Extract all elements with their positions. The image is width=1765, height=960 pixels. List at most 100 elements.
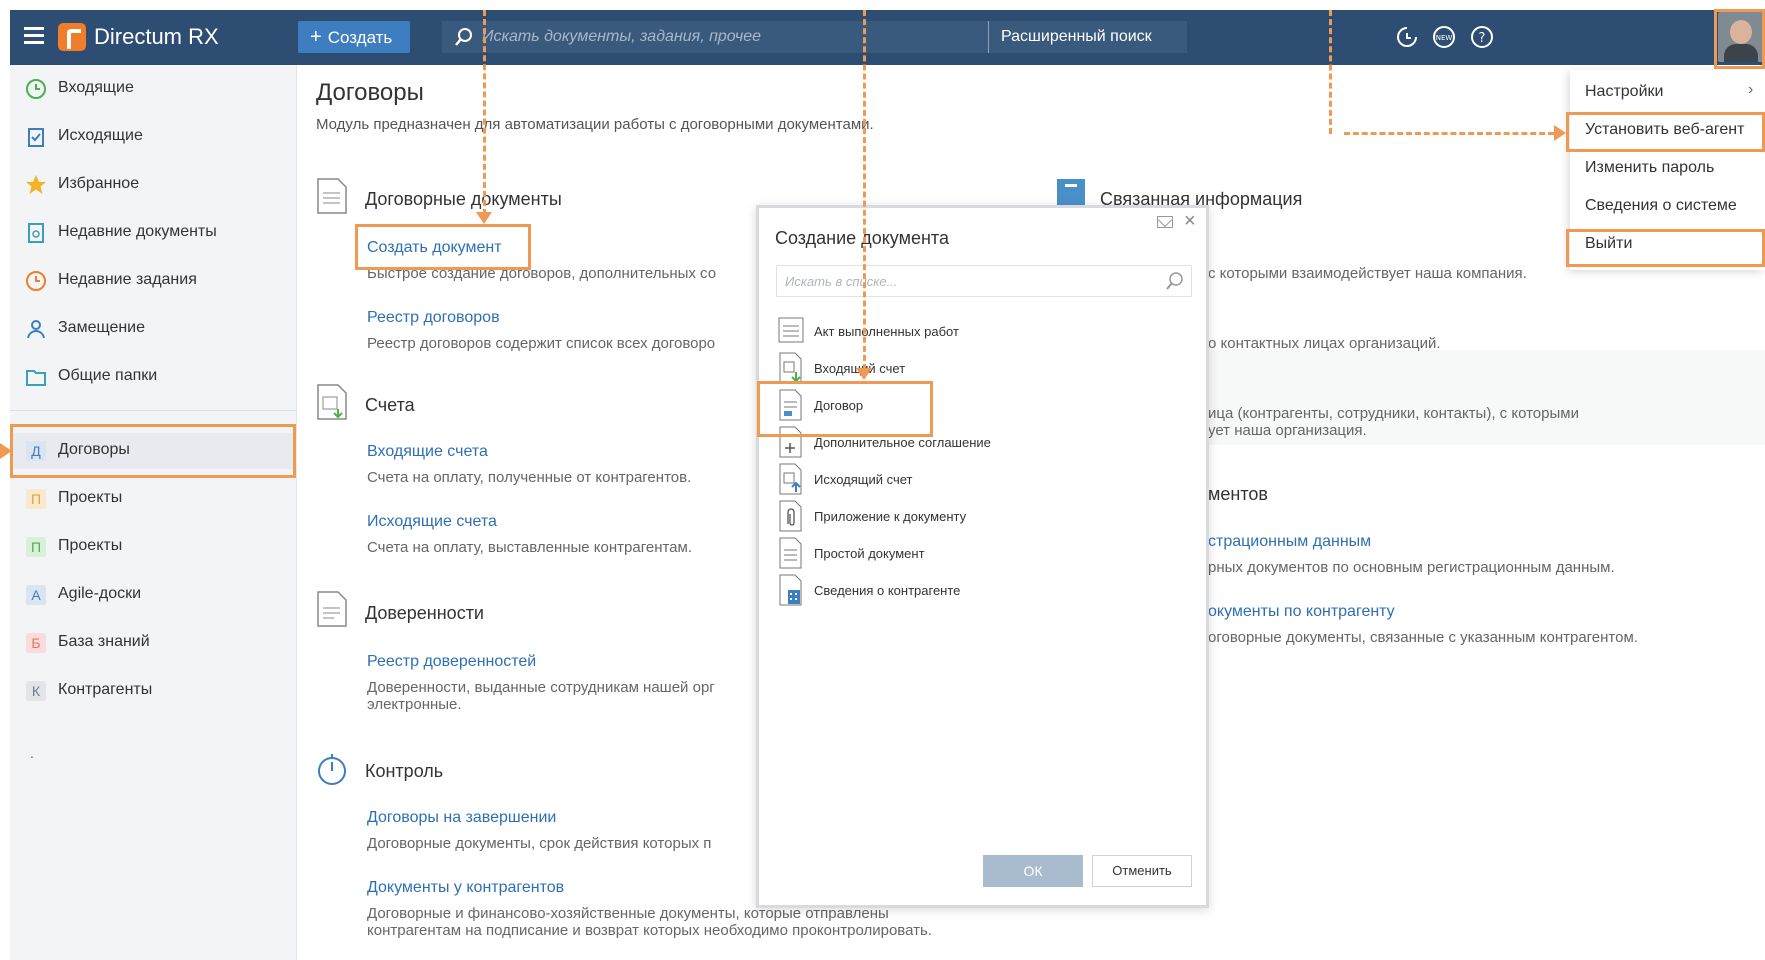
poa-registry-link[interactable]: Реестр доверенностей	[367, 653, 536, 671]
section-title-contracts: Договорные документы	[365, 189, 562, 209]
close-icon[interactable]: ×	[1184, 210, 1196, 233]
arrow-head-create	[476, 212, 492, 224]
incoming-invoices-link[interactable]: Входящие счета	[367, 443, 488, 461]
mail-icon[interactable]	[1157, 216, 1173, 228]
chevron-right-icon: ›	[1748, 81, 1754, 98]
create-document-desc: Быстрое создание договоров, дополнительн…	[367, 265, 717, 282]
doc-type-item[interactable]: Простой документ	[776, 535, 1186, 571]
sidebar-item-recent-documents[interactable]: Недавние документы	[10, 215, 297, 251]
doc-type-item[interactable]: Акт выполненных работ	[776, 313, 1186, 349]
help-icon[interactable]: ?	[1470, 25, 1494, 49]
folder-icon	[26, 370, 46, 386]
incoming-invoices-desc: Счета на оплату, полученные от контраген…	[367, 469, 692, 486]
sidebar-item-favorites[interactable]: Избранное	[10, 167, 297, 203]
sidebar-item-substitution[interactable]: Замещение	[10, 311, 297, 347]
power-of-attorney-icon	[317, 591, 347, 627]
search-by-registration-desc: рных документов по основным регистрацион…	[1208, 559, 1615, 576]
svg-text:NEW: NEW	[1436, 34, 1453, 42]
menu-item-settings[interactable]: Настройки ›	[1570, 74, 1765, 110]
doc-type-item[interactable]: Дополнительное соглашение	[776, 424, 1186, 460]
advanced-search-button[interactable]: Расширенный поиск	[988, 21, 1164, 53]
outgoing-invoices-desc: Счета на оплату, выставленные контрагент…	[367, 539, 693, 556]
contract-documents-icon	[317, 178, 347, 214]
recent-document-icon	[28, 223, 44, 243]
sidebar-item-knowledge-base[interactable]: Б База знаний	[10, 625, 297, 661]
contracts-registry-link[interactable]: Реестр договоров	[367, 309, 500, 327]
contracts-expiring-link[interactable]: Договоры на завершении	[367, 809, 556, 827]
sidebar-item-projects-2[interactable]: П Проекты	[10, 529, 297, 565]
sidebar-item-label: Замещение	[58, 319, 146, 336]
sidebar-item-agile-boards[interactable]: A Agile-доски	[10, 577, 297, 613]
documents-by-counterparty-link[interactable]: окументы по контрагенту	[1208, 603, 1395, 621]
menu-item-system-info[interactable]: Сведения о системе	[1570, 188, 1765, 224]
poa-registry-desc: Доверенности, выданные сотрудникам нашей…	[367, 679, 715, 696]
invoices-icon	[317, 384, 347, 420]
plus-icon: +	[310, 26, 322, 48]
doc-type-item[interactable]: Договор	[776, 387, 1186, 423]
sidebar-item-projects[interactable]: П Проекты	[10, 481, 297, 517]
page: Directum RX + Создать Расширенный поиск N…	[0, 0, 1765, 960]
documents-at-counterparties-link[interactable]: Документы у контрагентов	[367, 879, 564, 897]
create-document-dialog: Создание документа × Акт выполненных раб…	[756, 205, 1209, 908]
sidebar-item-counterparties[interactable]: К Контрагенты	[10, 673, 297, 709]
stopwatch-icon	[318, 754, 346, 785]
doc-type-item[interactable]: Сведения о контрагенте	[776, 572, 1186, 608]
page-subtitle: Модуль предназначен для автоматизации ра…	[316, 116, 874, 133]
new-badge-icon[interactable]: NEW	[1432, 25, 1456, 49]
create-button-label: Создать	[327, 28, 393, 47]
incoming-invoice-icon	[779, 352, 802, 384]
doc-type-item[interactable]: Исходящий счет	[776, 461, 1186, 497]
doc-type-item[interactable]: Приложение к документу	[776, 498, 1186, 534]
create-document-link[interactable]: Создать документ	[367, 239, 502, 257]
attachment-document-icon	[779, 500, 802, 532]
search-icon[interactable]	[1165, 271, 1185, 291]
page-title: Договоры	[316, 79, 424, 106]
sidebar-item-label: Контрагенты	[58, 681, 153, 698]
counterparty-info-icon	[779, 574, 802, 606]
avatar[interactable]	[1718, 12, 1764, 62]
related-info-line-1: с которыми взаимодействует наша компания…	[1208, 265, 1527, 282]
app-title[interactable]: Directum RX	[94, 24, 219, 50]
module-letter-icon: Д	[26, 441, 46, 461]
sidebar-item-outbox[interactable]: Исходящие	[10, 119, 297, 155]
menu-item-install-web-agent[interactable]: Установить веб-агент	[1570, 112, 1765, 148]
search-by-registration-link[interactable]: страционным данным	[1208, 533, 1371, 551]
cancel-button[interactable]: Отменить	[1092, 855, 1192, 887]
outgoing-invoices-link[interactable]: Исходящие счета	[367, 513, 497, 531]
doc-type-label: Простой документ	[814, 546, 925, 561]
sidebar-dot: .	[30, 745, 34, 761]
menu-item-change-password[interactable]: Изменить пароль	[1570, 150, 1765, 186]
section-title-invoices: Счета	[365, 395, 415, 415]
menu-item-label: Изменить пароль	[1585, 159, 1715, 176]
sidebar-item-inbox[interactable]: Входящие	[10, 71, 297, 107]
section-title-control: Контроль	[365, 761, 444, 781]
sidebar-item-contracts[interactable]: Д Договоры	[10, 433, 297, 469]
doc-type-item[interactable]: Входящий счет	[776, 350, 1186, 386]
app-logo-icon	[58, 23, 86, 51]
sidebar-item-label: Проекты	[58, 537, 123, 554]
module-letter-icon: П	[26, 537, 46, 557]
menu-icon[interactable]	[24, 27, 44, 45]
search-icon[interactable]	[454, 27, 474, 47]
arrow-line-webagent-v	[1329, 10, 1332, 134]
menu-item-label: Настройки	[1585, 83, 1664, 100]
refresh-help-icon[interactable]	[1395, 25, 1419, 49]
documents-at-counterparties-desc-2: контрагентам на подписание и возврат кот…	[367, 922, 932, 939]
user-icon	[27, 320, 45, 339]
menu-item-label: Установить веб-агент	[1585, 121, 1745, 138]
contract-document-icon	[779, 389, 802, 421]
ok-button[interactable]: ОК	[983, 855, 1083, 887]
doc-type-label: Дополнительное соглашение	[814, 435, 991, 450]
sidebar-item-recent-tasks[interactable]: Недавние задания	[10, 263, 297, 299]
sidebar-item-shared-folders[interactable]: Общие папки	[10, 359, 297, 395]
simple-document-icon	[779, 537, 802, 569]
dialog-search-input[interactable]	[785, 266, 1145, 296]
search-input[interactable]	[482, 21, 1012, 53]
create-button[interactable]: + Создать	[298, 21, 410, 53]
supplementary-agreement-icon	[779, 426, 802, 458]
section-title-documents-search: ментов	[1208, 484, 1268, 504]
menu-item-logout[interactable]: Выйти	[1570, 226, 1765, 262]
sidebar-item-label: Недавние задания	[58, 271, 197, 288]
sidebar-divider	[10, 410, 297, 411]
arrow-sidebar-pointer	[0, 443, 12, 459]
